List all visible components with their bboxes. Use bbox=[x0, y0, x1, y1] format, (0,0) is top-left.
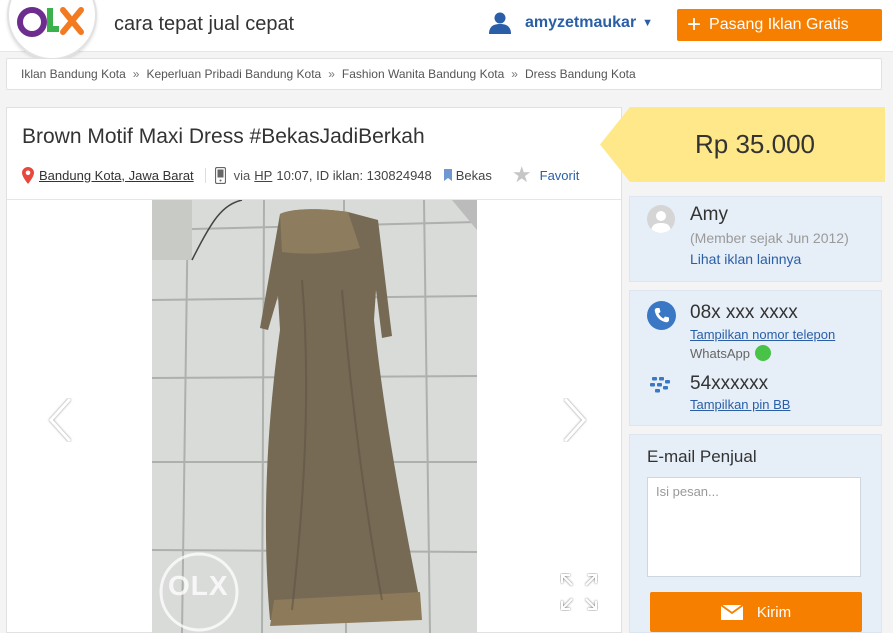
ad-photo[interactable]: OLX bbox=[152, 200, 477, 633]
breadcrumb-item[interactable]: Fashion Wanita Bandung Kota bbox=[342, 67, 504, 81]
username[interactable]: amyzetmaukar bbox=[525, 14, 636, 32]
post-ad-label: Pasang Iklan Gratis bbox=[709, 16, 849, 33]
breadcrumb-item[interactable]: Keperluan Pribadi Bandung Kota bbox=[146, 67, 321, 81]
phone-icon bbox=[647, 301, 676, 330]
star-icon[interactable]: ★ bbox=[512, 164, 532, 186]
phone-handset-icon bbox=[654, 308, 669, 323]
phone-number: 08x xxx xxxx bbox=[690, 302, 798, 323]
breadcrumb-separator: » bbox=[328, 67, 335, 81]
breadcrumb: Iklan Bandung Kota » Keperluan Pribadi B… bbox=[6, 58, 882, 90]
olx-watermark: OLX bbox=[168, 570, 229, 601]
bb-pin: 54xxxxxx bbox=[690, 373, 769, 394]
chevron-left-icon[interactable] bbox=[47, 398, 73, 442]
email-panel: E-mail Penjual Kirim bbox=[629, 434, 882, 633]
breadcrumb-item[interactable]: Iklan Bandung Kota bbox=[21, 67, 126, 81]
user-menu[interactable]: amyzetmaukar ▼ bbox=[488, 12, 653, 34]
show-pin-link[interactable]: Tampilkan pin BB bbox=[690, 397, 790, 412]
user-avatar-icon bbox=[651, 211, 671, 233]
price-tag: Rp 35.000 bbox=[600, 107, 885, 182]
ad-title: Brown Motif Maxi Dress #BekasJadiBerkah bbox=[22, 125, 425, 148]
dress-photo bbox=[152, 200, 477, 633]
send-label: Kirim bbox=[756, 603, 792, 621]
meta-divider bbox=[204, 167, 206, 183]
contact-panel: 08x xxx xxxx Tampilkan nomor telepon Wha… bbox=[629, 290, 882, 426]
olx-logo[interactable] bbox=[7, 0, 97, 60]
mobile-phone-icon bbox=[214, 166, 226, 184]
other-ads-link[interactable]: Lihat iklan lainnya bbox=[690, 251, 801, 267]
expand-icon[interactable] bbox=[560, 573, 598, 611]
price-amount: Rp 35.000 bbox=[695, 129, 815, 159]
post-ad-button[interactable]: + Pasang Iklan Gratis bbox=[677, 9, 882, 41]
via-prefix: via bbox=[233, 167, 251, 183]
ad-condition: Bekas bbox=[455, 167, 492, 183]
breadcrumb-separator: » bbox=[132, 67, 140, 81]
top-header: cara tepat jual cepat amyzetmaukar ▼ + P… bbox=[0, 0, 893, 60]
ad-time-and-id: 10:07, ID iklan: 130824948 bbox=[276, 167, 432, 183]
olx-logo-icon bbox=[17, 7, 84, 37]
show-phone-link[interactable]: Tampilkan nomor telepon bbox=[690, 327, 835, 342]
whatsapp-icon bbox=[754, 345, 771, 361]
message-input[interactable] bbox=[647, 477, 861, 577]
ad-card: Brown Motif Maxi Dress #BekasJadiBerkah … bbox=[6, 107, 622, 633]
seller-avatar bbox=[647, 205, 675, 233]
whatsapp-text: WhatsApp bbox=[690, 345, 750, 361]
location-pin-icon bbox=[22, 166, 34, 184]
plus-icon: + bbox=[687, 11, 702, 38]
chevron-right-icon[interactable] bbox=[562, 398, 588, 442]
whatsapp-label: WhatsApp bbox=[690, 345, 771, 361]
user-icon bbox=[489, 12, 511, 34]
breadcrumb-item[interactable]: Dress Bandung Kota bbox=[525, 67, 636, 81]
member-since: (Member sejak Jun 2012) bbox=[690, 230, 849, 246]
favorite-button[interactable]: Favorit bbox=[540, 168, 580, 183]
tagline: cara tepat jual cepat bbox=[114, 13, 295, 35]
chevron-down-icon[interactable]: ▼ bbox=[642, 17, 653, 29]
seller-panel: Amy (Member sejak Jun 2012) Lihat iklan … bbox=[629, 196, 882, 282]
seller-name: Amy bbox=[690, 204, 728, 225]
breadcrumb-separator: » bbox=[511, 67, 518, 81]
mail-icon bbox=[720, 604, 743, 620]
bookmark-icon bbox=[443, 169, 452, 181]
ad-meta: Bandung Kota, Jawa Barat via HP 10:07, I… bbox=[22, 164, 579, 186]
email-label: E-mail Penjual bbox=[647, 447, 757, 466]
send-button[interactable]: Kirim bbox=[650, 592, 862, 632]
ad-location-link[interactable]: Bandung Kota, Jawa Barat bbox=[39, 168, 194, 183]
via-device: HP bbox=[254, 167, 273, 183]
blackberry-icon bbox=[650, 377, 670, 393]
